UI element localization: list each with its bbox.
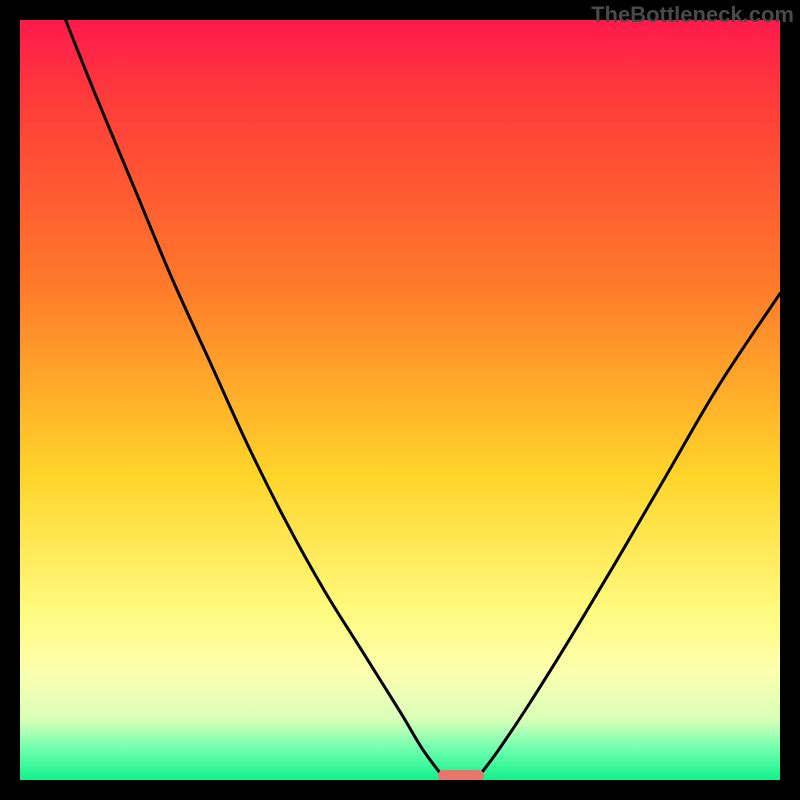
watermark-text: TheBottleneck.com — [591, 2, 794, 28]
left-curve — [66, 20, 446, 780]
chart-frame: TheBottleneck.com — [0, 0, 800, 800]
right-curve — [476, 294, 780, 780]
curve-svg — [20, 20, 780, 780]
plot-area — [20, 20, 780, 780]
bottleneck-marker — [438, 770, 484, 780]
